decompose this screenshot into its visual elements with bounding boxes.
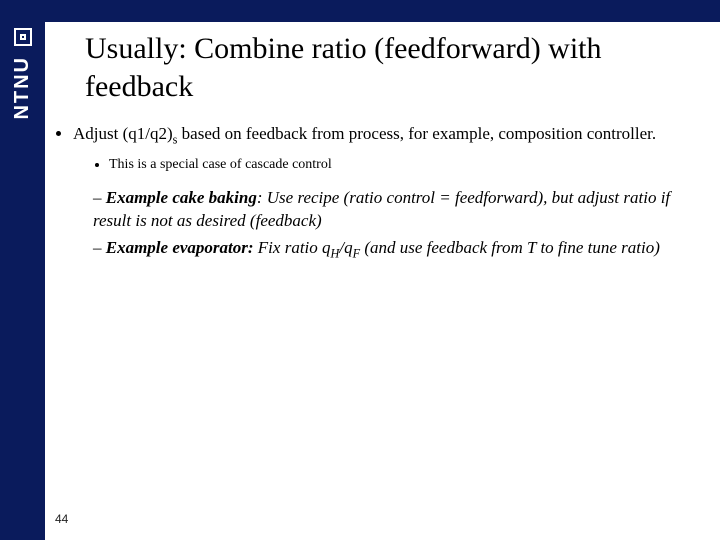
example-1-lead: Example cake baking (106, 188, 257, 207)
brand-text: NTNU (11, 56, 34, 120)
top-bar (0, 0, 720, 22)
example-2: Example evaporator: Fix ratio qH/qF (and… (93, 237, 706, 262)
page-number: 44 (55, 512, 68, 526)
example-2-lead: Example evaporator: (106, 238, 254, 257)
bullet-list: Adjust (q1/q2)s based on feedback from p… (55, 123, 706, 262)
example-1: Example cake baking: Use recipe (ratio c… (93, 187, 706, 233)
bullet-1-post: based on feedback from process, for exam… (177, 124, 656, 143)
example-2-post: (and use feedback from T to fine tune ra… (360, 238, 660, 257)
ntnu-logo-icon (14, 28, 32, 46)
slide: NTNU Usually: Combine ratio (feedforward… (0, 0, 720, 540)
bullet-1: Adjust (q1/q2)s based on feedback from p… (73, 123, 706, 262)
example-2-qF: F (353, 246, 360, 260)
bullet-1-pre: Adjust (q1/q2) (73, 124, 173, 143)
example-2-mid: /q (339, 238, 352, 257)
example-list: Example cake baking: Use recipe (ratio c… (73, 187, 706, 262)
sidebar-inner: NTNU (0, 28, 45, 120)
sub-bullet-list: This is a special case of cascade contro… (73, 156, 706, 175)
sub-bullet-1: This is a special case of cascade contro… (109, 156, 706, 175)
example-2-pre: Fix ratio q (254, 238, 331, 257)
sidebar: NTNU (0, 22, 45, 540)
slide-title: Usually: Combine ratio (feedforward) wit… (85, 30, 706, 105)
content-area: Usually: Combine ratio (feedforward) wit… (55, 24, 706, 528)
